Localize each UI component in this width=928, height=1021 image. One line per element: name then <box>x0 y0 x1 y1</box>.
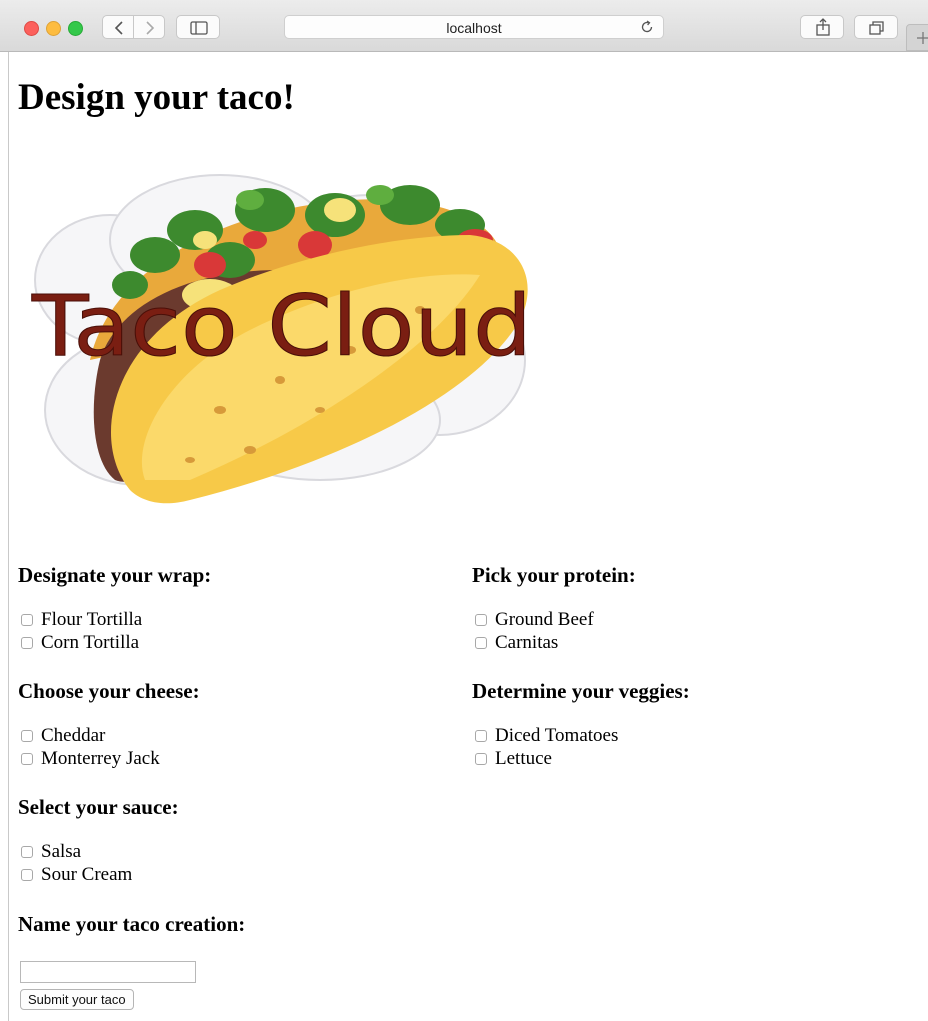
maximize-window-button[interactable] <box>68 21 83 36</box>
monterrey-jack-label: Monterrey Jack <box>41 747 160 769</box>
protein-heading: Pick your protein: <box>472 563 636 587</box>
veggies-heading: Determine your veggies: <box>472 679 690 703</box>
cheese-heading: Choose your cheese: <box>18 679 200 703</box>
wrap-heading: Designate your wrap: <box>18 563 212 587</box>
page-title: Design your taco! <box>18 77 295 118</box>
minimize-window-button[interactable] <box>46 21 61 36</box>
sidebar-icon <box>190 21 208 35</box>
forward-button[interactable] <box>133 15 165 39</box>
share-button[interactable] <box>800 15 844 39</box>
back-button[interactable] <box>102 15 134 39</box>
sour-cream-label: Sour Cream <box>41 863 133 885</box>
diced-tomatoes-label: Diced Tomatoes <box>495 724 619 746</box>
sour-cream-checkbox[interactable] <box>21 868 33 881</box>
browser-toolbar: localhost <box>0 0 928 52</box>
corn-tortilla-label: Corn Tortilla <box>41 631 140 653</box>
flour-tortilla-label: Flour Tortilla <box>41 608 143 630</box>
logo-text: Taco Cloud <box>31 277 532 375</box>
sauce-group: Select your sauce: Salsa Sour Cream <box>18 794 179 886</box>
taco-name-input[interactable] <box>20 961 196 983</box>
ground-beef-label: Ground Beef <box>495 608 594 630</box>
reload-icon[interactable] <box>639 19 655 35</box>
sidebar-toggle-button[interactable] <box>176 15 220 39</box>
wrap-group: Designate your wrap: Flour Tortilla Corn… <box>18 562 211 654</box>
protein-option-ground-beef[interactable]: Ground Beef <box>472 608 636 631</box>
wrap-option-corn[interactable]: Corn Tortilla <box>18 631 211 654</box>
cheddar-label: Cheddar <box>41 724 106 746</box>
close-window-button[interactable] <box>24 21 39 36</box>
corn-tortilla-checkbox[interactable] <box>21 636 33 649</box>
show-tabs-button[interactable] <box>854 15 898 39</box>
name-heading: Name your taco creation: <box>18 912 246 936</box>
protein-group: Pick your protein: Ground Beef Carnitas <box>472 562 636 654</box>
flour-tortilla-checkbox[interactable] <box>21 613 33 626</box>
sauce-option-salsa[interactable]: Salsa <box>18 840 179 863</box>
sauce-option-sour-cream[interactable]: Sour Cream <box>18 863 179 886</box>
protein-option-carnitas[interactable]: Carnitas <box>472 631 636 654</box>
cheese-option-monterrey-jack[interactable]: Monterrey Jack <box>18 747 200 770</box>
share-icon <box>816 18 830 36</box>
cheese-option-cheddar[interactable]: Cheddar <box>18 724 200 747</box>
carnitas-checkbox[interactable] <box>475 636 487 649</box>
plus-icon <box>917 32 928 44</box>
cheddar-checkbox[interactable] <box>21 729 33 742</box>
taco-cloud-logo: Taco Cloud <box>30 174 533 504</box>
salsa-checkbox[interactable] <box>21 845 33 858</box>
veggies-option-lettuce[interactable]: Lettuce <box>472 747 690 770</box>
cheese-group: Choose your cheese: Cheddar Monterrey Ja… <box>18 678 200 770</box>
monterrey-jack-checkbox[interactable] <box>21 752 33 765</box>
lettuce-label: Lettuce <box>495 747 552 769</box>
new-tab-button[interactable] <box>906 24 928 51</box>
tabs-icon <box>869 21 884 35</box>
name-group: Name your taco creation: <box>18 911 245 937</box>
chevron-left-icon <box>114 21 123 35</box>
wrap-option-flour[interactable]: Flour Tortilla <box>18 608 211 631</box>
ground-beef-checkbox[interactable] <box>475 613 487 626</box>
submit-taco-button[interactable]: Submit your taco <box>20 989 134 1010</box>
diced-tomatoes-checkbox[interactable] <box>475 729 487 742</box>
carnitas-label: Carnitas <box>495 631 559 653</box>
sauce-heading: Select your sauce: <box>18 795 179 819</box>
veggies-option-diced-tomatoes[interactable]: Diced Tomatoes <box>472 724 690 747</box>
veggies-group: Determine your veggies: Diced Tomatoes L… <box>472 678 690 770</box>
chevron-right-icon <box>146 21 155 35</box>
salsa-label: Salsa <box>41 840 82 862</box>
window-edge <box>8 52 9 1021</box>
address-text: localhost <box>446 20 502 36</box>
address-bar[interactable]: localhost <box>284 15 664 39</box>
lettuce-checkbox[interactable] <box>475 752 487 765</box>
